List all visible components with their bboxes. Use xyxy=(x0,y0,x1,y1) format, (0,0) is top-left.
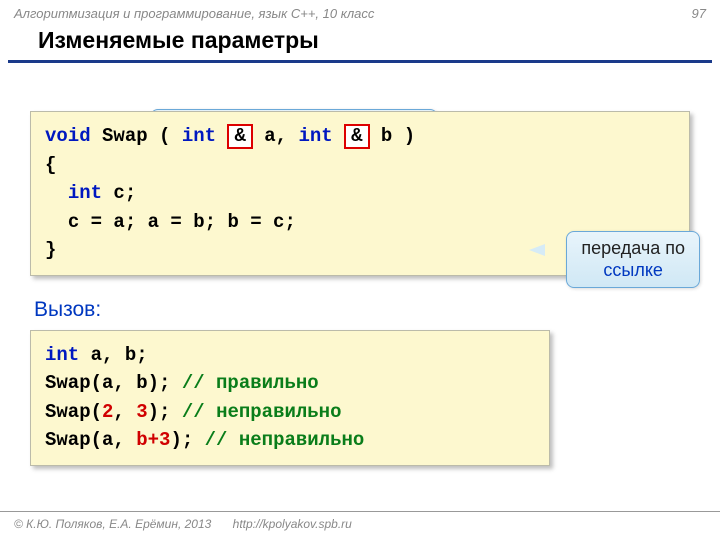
callout-text-highlight: ссылке xyxy=(603,260,663,280)
code-text: , xyxy=(113,401,136,423)
code-text: Swap( xyxy=(45,401,102,423)
keyword-int: int xyxy=(182,125,216,147)
content-area: переменные могут изменяться void Swap ( … xyxy=(0,111,720,466)
copyright-text: © К.Ю. Поляков, Е.А. Ерёмин, 2013 xyxy=(14,517,211,531)
code-line: int a, b; xyxy=(45,341,535,370)
code-text: Swap(a, xyxy=(45,429,136,451)
code-literal: 3 xyxy=(136,401,147,423)
code-literal: 2 xyxy=(102,401,113,423)
code-text: Swap(a, b); xyxy=(45,372,182,394)
course-label: Алгоритмизация и программирование, язык … xyxy=(14,6,374,21)
code-line: Swap(2, 3); // неправильно xyxy=(45,398,535,427)
code-call-examples: int a, b; Swap(a, b); // правильно Swap(… xyxy=(30,330,550,466)
code-text: ); xyxy=(148,401,182,423)
code-text: ); xyxy=(170,429,204,451)
code-line: void Swap ( int & a, int & b ) xyxy=(45,122,675,151)
keyword-int: int xyxy=(45,344,79,366)
subheading-call: Вызов: xyxy=(34,298,690,322)
code-line: { xyxy=(45,151,675,180)
code-comment: // неправильно xyxy=(182,401,342,423)
code-text: c; xyxy=(102,182,136,204)
code-text: a, b; xyxy=(79,344,147,366)
page-number: 97 xyxy=(692,6,706,21)
page-title: Изменяемые параметры xyxy=(8,23,712,63)
code-text: b ) xyxy=(370,125,416,147)
code-comment: // правильно xyxy=(182,372,319,394)
code-text: a, xyxy=(253,125,299,147)
keyword-int: int xyxy=(298,125,332,147)
code-line: Swap(a, b+3); // неправильно xyxy=(45,426,535,455)
code-text: c = a; a = b; b = c; xyxy=(68,211,296,233)
code-comment: // неправильно xyxy=(205,429,365,451)
ampersand-highlight: & xyxy=(227,124,252,149)
function-name: Swap xyxy=(102,125,148,147)
footer: © К.Ю. Поляков, Е.А. Ерёмин, 2013 http:/… xyxy=(0,511,720,536)
code-line: Swap(a, b); // правильно xyxy=(45,369,535,398)
code-line: int c; xyxy=(45,179,675,208)
code-text: ( xyxy=(148,125,182,147)
ampersand-highlight: & xyxy=(344,124,369,149)
footer-url: http://kpolyakov.spb.ru xyxy=(233,517,352,531)
keyword-int: int xyxy=(68,182,102,204)
callout-text: передача по xyxy=(581,238,685,258)
header-bar: Алгоритмизация и программирование, язык … xyxy=(0,0,720,23)
keyword-void: void xyxy=(45,125,91,147)
callout-tail-icon xyxy=(529,244,545,256)
code-expression: b+3 xyxy=(136,429,170,451)
callout-reference: передача по ссылке xyxy=(566,231,700,288)
